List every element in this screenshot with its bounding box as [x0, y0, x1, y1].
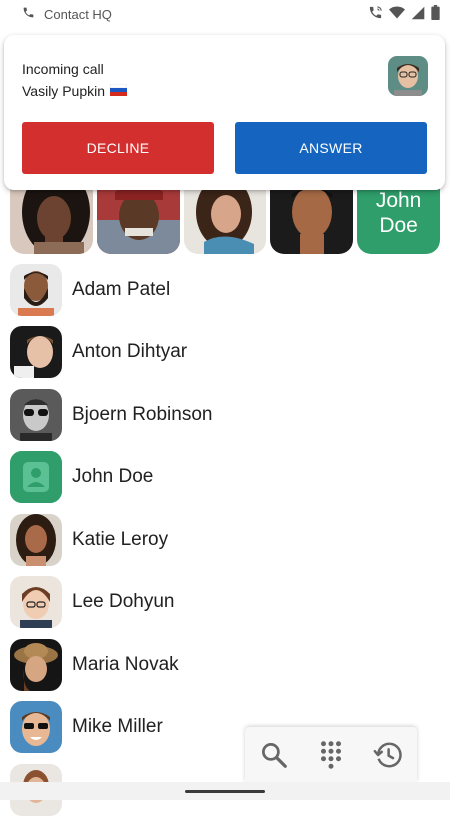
contact-row-anton-dihtyar[interactable]: Anton Dihtyar — [0, 322, 450, 382]
contact-row-adam-patel[interactable]: Adam Patel — [0, 260, 450, 320]
battery-icon — [431, 5, 440, 25]
wifi-icon — [389, 5, 405, 25]
contact-name: Mike Miller — [72, 716, 163, 737]
caller-avatar — [388, 56, 428, 96]
caller-line: Vasily Pupkin — [22, 83, 128, 99]
incoming-call-title: Incoming call — [22, 61, 104, 77]
decline-button[interactable]: DECLINE — [22, 122, 214, 174]
contact-name: Lee Dohyun — [72, 591, 175, 612]
status-icons — [368, 5, 440, 25]
contact-row-bjoern-robinson[interactable]: Bjoern Robinson — [0, 385, 450, 445]
contact-avatar — [10, 451, 62, 503]
contact-name: Anton Dihtyar — [72, 341, 188, 362]
answer-button[interactable]: ANSWER — [235, 122, 427, 174]
caller-name: Vasily Pupkin — [22, 83, 106, 99]
contact-row-maria-novak[interactable]: Maria Novak — [0, 635, 450, 695]
contact-name: Bjoern Robinson — [72, 404, 213, 425]
contact-row-john-doe[interactable]: John Doe — [0, 447, 450, 507]
person-placeholder-icon — [10, 451, 62, 503]
contact-avatar — [10, 639, 62, 691]
signal-icon — [411, 6, 425, 25]
status-bar: Contact HQ — [0, 0, 450, 28]
bottom-toolbar — [245, 727, 417, 782]
status-app-label: Contact HQ — [44, 6, 112, 22]
phone-icon — [22, 6, 35, 22]
contact-avatar — [10, 514, 62, 566]
system-nav-bar — [0, 782, 450, 800]
history-icon — [373, 742, 402, 767]
contact-name: Katie Leroy — [72, 529, 169, 550]
ongoing-call-icon — [368, 5, 383, 25]
status-left: Contact HQ — [22, 6, 112, 22]
dialpad-icon — [320, 740, 341, 769]
favorite-initial-line-2: Doe — [379, 214, 418, 237]
contact-name: John Doe — [72, 466, 154, 487]
contact-avatar — [10, 576, 62, 628]
contact-row-lee-dohyun[interactable]: Lee Dohyun — [0, 572, 450, 632]
incoming-call-card[interactable]: Incoming call Vasily Pupkin DECLINE ANSW… — [4, 35, 445, 190]
contact-name: Adam Patel — [72, 279, 171, 300]
contact-avatar — [10, 326, 62, 378]
contact-name: Maria Novak — [72, 654, 179, 675]
contact-avatar — [10, 701, 62, 753]
contact-row-katie-leroy[interactable]: Katie Leroy — [0, 510, 450, 570]
search-icon — [261, 742, 287, 768]
favorite-initial-line-1: John — [375, 189, 422, 212]
contact-avatar — [10, 389, 62, 441]
home-gesture-handle[interactable] — [185, 790, 265, 793]
contact-avatar — [10, 264, 62, 316]
history-button[interactable] — [368, 735, 408, 775]
search-button[interactable] — [254, 735, 294, 775]
russia-flag-icon — [109, 83, 128, 99]
dialpad-button[interactable] — [311, 735, 351, 775]
